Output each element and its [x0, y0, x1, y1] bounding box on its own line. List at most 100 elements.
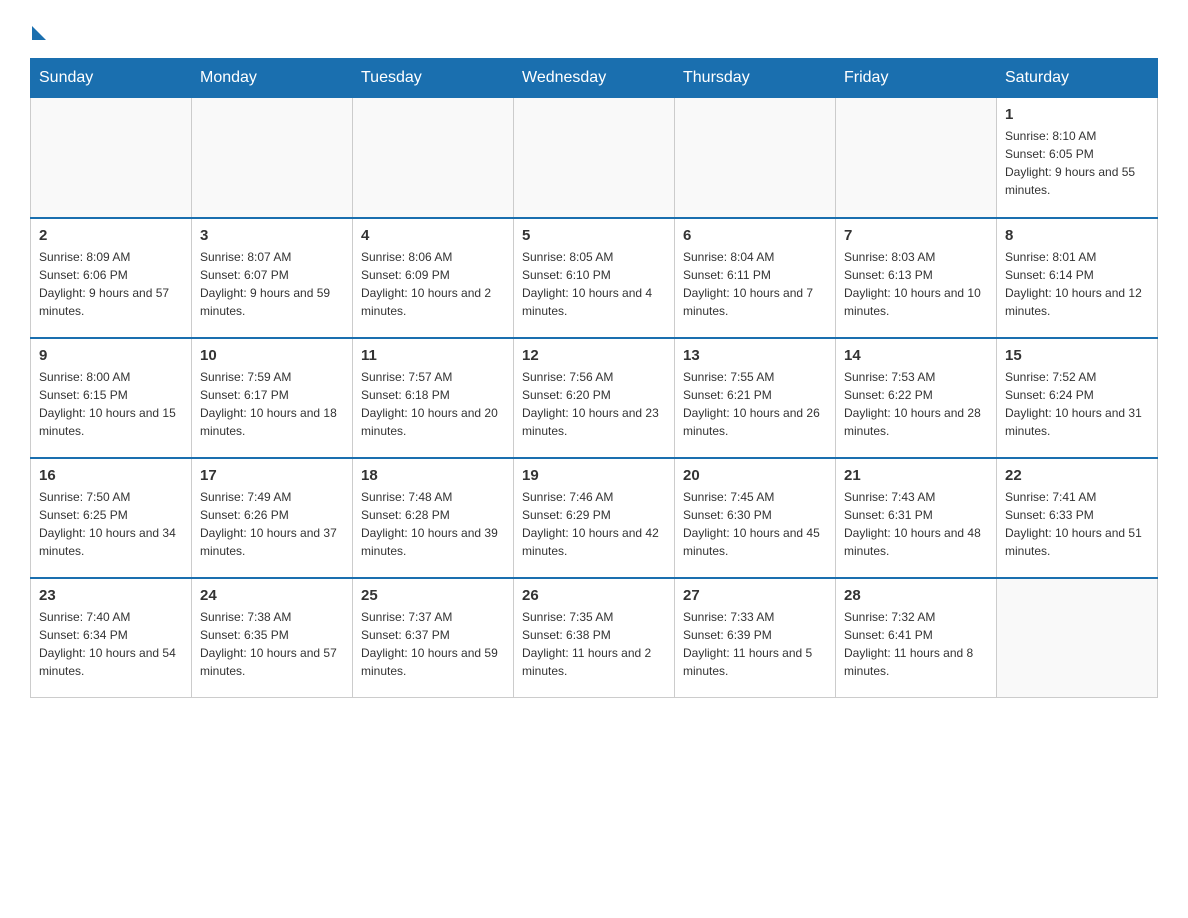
day-info: Sunrise: 7:59 AM Sunset: 6:17 PM Dayligh… — [200, 368, 344, 440]
calendar-cell: 12 Sunrise: 7:56 AM Sunset: 6:20 PM Dayli… — [514, 338, 675, 458]
day-info: Sunrise: 7:32 AM Sunset: 6:41 PM Dayligh… — [844, 608, 988, 680]
calendar-cell: 14 Sunrise: 7:53 AM Sunset: 6:22 PM Dayli… — [836, 338, 997, 458]
day-info: Sunrise: 7:48 AM Sunset: 6:28 PM Dayligh… — [361, 488, 505, 560]
day-number: 19 — [522, 467, 666, 484]
calendar-week-row: 1 Sunrise: 8:10 AM Sunset: 6:05 PM Daylig… — [31, 98, 1158, 218]
day-number: 15 — [1005, 347, 1149, 364]
day-number: 5 — [522, 227, 666, 244]
day-info: Sunrise: 7:52 AM Sunset: 6:24 PM Dayligh… — [1005, 368, 1149, 440]
day-info: Sunrise: 7:55 AM Sunset: 6:21 PM Dayligh… — [683, 368, 827, 440]
calendar-cell — [675, 98, 836, 218]
calendar-week-row: 9 Sunrise: 8:00 AM Sunset: 6:15 PM Daylig… — [31, 338, 1158, 458]
day-info: Sunrise: 8:05 AM Sunset: 6:10 PM Dayligh… — [522, 248, 666, 320]
logo — [30, 20, 46, 40]
day-info: Sunrise: 8:03 AM Sunset: 6:13 PM Dayligh… — [844, 248, 988, 320]
day-number: 2 — [39, 227, 183, 244]
calendar-cell: 17 Sunrise: 7:49 AM Sunset: 6:26 PM Dayli… — [192, 458, 353, 578]
logo-arrow-icon — [32, 26, 46, 40]
calendar-cell: 11 Sunrise: 7:57 AM Sunset: 6:18 PM Dayli… — [353, 338, 514, 458]
day-number: 27 — [683, 587, 827, 604]
weekday-header-tuesday: Tuesday — [353, 59, 514, 98]
calendar-cell: 1 Sunrise: 8:10 AM Sunset: 6:05 PM Daylig… — [997, 98, 1158, 218]
day-number: 22 — [1005, 467, 1149, 484]
weekday-header-saturday: Saturday — [997, 59, 1158, 98]
weekday-header-friday: Friday — [836, 59, 997, 98]
day-info: Sunrise: 7:49 AM Sunset: 6:26 PM Dayligh… — [200, 488, 344, 560]
calendar-cell: 22 Sunrise: 7:41 AM Sunset: 6:33 PM Dayli… — [997, 458, 1158, 578]
calendar-cell — [514, 98, 675, 218]
calendar-cell — [31, 98, 192, 218]
day-number: 11 — [361, 347, 505, 364]
calendar-header: SundayMondayTuesdayWednesdayThursdayFrid… — [31, 59, 1158, 98]
calendar-cell: 27 Sunrise: 7:33 AM Sunset: 6:39 PM Dayli… — [675, 578, 836, 698]
day-info: Sunrise: 7:56 AM Sunset: 6:20 PM Dayligh… — [522, 368, 666, 440]
day-number: 28 — [844, 587, 988, 604]
calendar-cell — [836, 98, 997, 218]
calendar-body: 1 Sunrise: 8:10 AM Sunset: 6:05 PM Daylig… — [31, 98, 1158, 698]
calendar-cell: 2 Sunrise: 8:09 AM Sunset: 6:06 PM Daylig… — [31, 218, 192, 338]
day-number: 13 — [683, 347, 827, 364]
calendar-cell — [997, 578, 1158, 698]
day-info: Sunrise: 7:45 AM Sunset: 6:30 PM Dayligh… — [683, 488, 827, 560]
day-number: 23 — [39, 587, 183, 604]
day-number: 20 — [683, 467, 827, 484]
calendar-cell: 3 Sunrise: 8:07 AM Sunset: 6:07 PM Daylig… — [192, 218, 353, 338]
calendar-cell: 8Sunrise: 8:01 AM Sunset: 6:14 PM Daylig… — [997, 218, 1158, 338]
day-number: 6 — [683, 227, 827, 244]
calendar-cell: 24Sunrise: 7:38 AM Sunset: 6:35 PM Dayli… — [192, 578, 353, 698]
weekday-header-monday: Monday — [192, 59, 353, 98]
weekday-header-sunday: Sunday — [31, 59, 192, 98]
calendar-cell: 25 Sunrise: 7:37 AM Sunset: 6:37 PM Dayli… — [353, 578, 514, 698]
day-info: Sunrise: 8:06 AM Sunset: 6:09 PM Dayligh… — [361, 248, 505, 320]
calendar-week-row: 2 Sunrise: 8:09 AM Sunset: 6:06 PM Daylig… — [31, 218, 1158, 338]
day-info: Sunrise: 7:33 AM Sunset: 6:39 PM Dayligh… — [683, 608, 827, 680]
day-info: Sunrise: 8:09 AM Sunset: 6:06 PM Dayligh… — [39, 248, 183, 320]
day-info: Sunrise: 7:38 AM Sunset: 6:35 PM Dayligh… — [200, 608, 344, 680]
calendar-week-row: 16 Sunrise: 7:50 AM Sunset: 6:25 PM Dayli… — [31, 458, 1158, 578]
calendar-cell — [353, 98, 514, 218]
calendar-cell: 21 Sunrise: 7:43 AM Sunset: 6:31 PM Dayli… — [836, 458, 997, 578]
day-number: 4 — [361, 227, 505, 244]
day-number: 18 — [361, 467, 505, 484]
day-number: 25 — [361, 587, 505, 604]
day-number: 12 — [522, 347, 666, 364]
calendar-cell: 16 Sunrise: 7:50 AM Sunset: 6:25 PM Dayli… — [31, 458, 192, 578]
weekday-header-wednesday: Wednesday — [514, 59, 675, 98]
calendar-table: SundayMondayTuesdayWednesdayThursdayFrid… — [30, 58, 1158, 698]
day-number: 16 — [39, 467, 183, 484]
day-info: Sunrise: 7:57 AM Sunset: 6:18 PM Dayligh… — [361, 368, 505, 440]
day-info: Sunrise: 7:43 AM Sunset: 6:31 PM Dayligh… — [844, 488, 988, 560]
day-number: 7 — [844, 227, 988, 244]
day-info: Sunrise: 7:40 AM Sunset: 6:34 PM Dayligh… — [39, 608, 183, 680]
weekday-header-thursday: Thursday — [675, 59, 836, 98]
calendar-cell: 23 Sunrise: 7:40 AM Sunset: 6:34 PM Dayli… — [31, 578, 192, 698]
weekday-row: SundayMondayTuesdayWednesdayThursdayFrid… — [31, 59, 1158, 98]
header — [30, 20, 1158, 40]
day-info: Sunrise: 7:46 AM Sunset: 6:29 PM Dayligh… — [522, 488, 666, 560]
day-info: Sunrise: 8:01 AM Sunset: 6:14 PM Dayligh… — [1005, 248, 1149, 320]
day-number: 17 — [200, 467, 344, 484]
calendar-cell: 18 Sunrise: 7:48 AM Sunset: 6:28 PM Dayli… — [353, 458, 514, 578]
calendar-cell: 10Sunrise: 7:59 AM Sunset: 6:17 PM Dayli… — [192, 338, 353, 458]
day-number: 14 — [844, 347, 988, 364]
day-number: 21 — [844, 467, 988, 484]
day-number: 9 — [39, 347, 183, 364]
day-info: Sunrise: 7:41 AM Sunset: 6:33 PM Dayligh… — [1005, 488, 1149, 560]
calendar-cell: 9 Sunrise: 8:00 AM Sunset: 6:15 PM Daylig… — [31, 338, 192, 458]
calendar-week-row: 23 Sunrise: 7:40 AM Sunset: 6:34 PM Dayli… — [31, 578, 1158, 698]
day-number: 3 — [200, 227, 344, 244]
calendar-cell: 6Sunrise: 8:04 AM Sunset: 6:11 PM Daylig… — [675, 218, 836, 338]
day-info: Sunrise: 7:50 AM Sunset: 6:25 PM Dayligh… — [39, 488, 183, 560]
day-info: Sunrise: 7:53 AM Sunset: 6:22 PM Dayligh… — [844, 368, 988, 440]
day-info: Sunrise: 8:10 AM Sunset: 6:05 PM Dayligh… — [1005, 127, 1149, 199]
calendar-cell: 15 Sunrise: 7:52 AM Sunset: 6:24 PM Dayli… — [997, 338, 1158, 458]
day-info: Sunrise: 8:07 AM Sunset: 6:07 PM Dayligh… — [200, 248, 344, 320]
calendar-cell: 28 Sunrise: 7:32 AM Sunset: 6:41 PM Dayli… — [836, 578, 997, 698]
day-number: 1 — [1005, 106, 1149, 123]
calendar-cell: 5 Sunrise: 8:05 AM Sunset: 6:10 PM Daylig… — [514, 218, 675, 338]
day-info: Sunrise: 7:35 AM Sunset: 6:38 PM Dayligh… — [522, 608, 666, 680]
day-number: 26 — [522, 587, 666, 604]
day-info: Sunrise: 7:37 AM Sunset: 6:37 PM Dayligh… — [361, 608, 505, 680]
calendar-cell: 20 Sunrise: 7:45 AM Sunset: 6:30 PM Dayli… — [675, 458, 836, 578]
day-info: Sunrise: 8:00 AM Sunset: 6:15 PM Dayligh… — [39, 368, 183, 440]
